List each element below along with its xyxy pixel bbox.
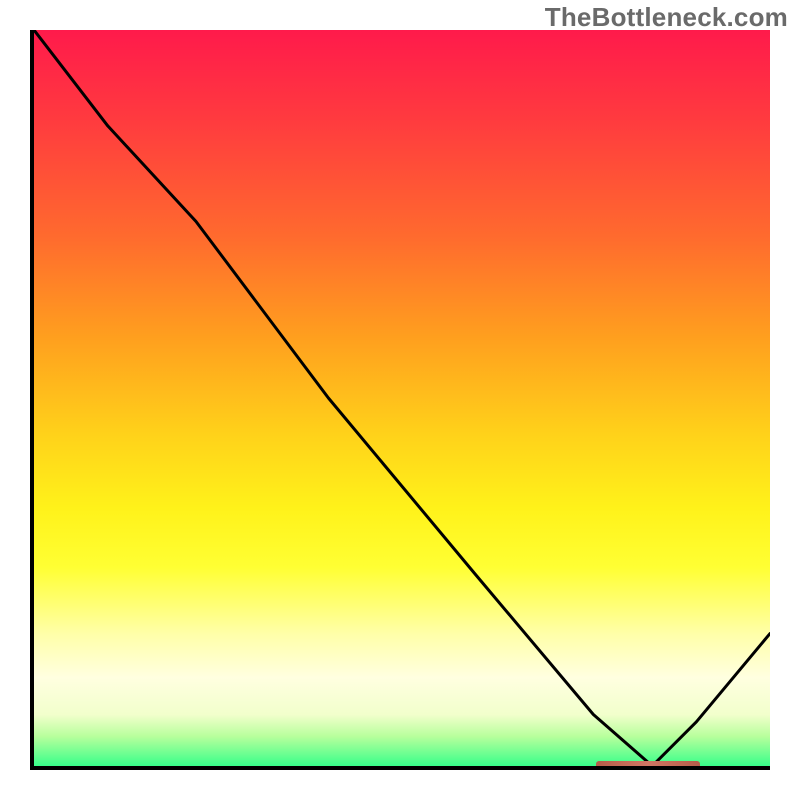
bottleneck-curve — [34, 30, 770, 766]
plot-inner — [34, 30, 770, 766]
optimal-marker — [596, 761, 700, 766]
plot-frame — [30, 30, 770, 770]
watermark-text: TheBottleneck.com — [545, 2, 788, 33]
curve-path — [34, 30, 770, 766]
chart-root: TheBottleneck.com — [0, 0, 800, 800]
